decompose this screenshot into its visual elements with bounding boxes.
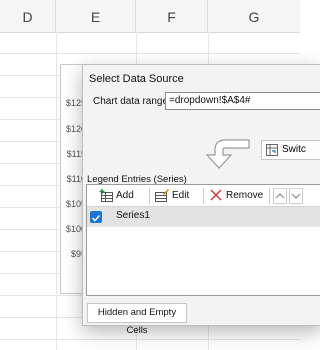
remove-x-icon (210, 189, 222, 201)
switch-row-column-icon (266, 144, 278, 156)
hidden-empty-cells-button[interactable]: Hidden and Empty Cells (87, 303, 187, 336)
grid-column-line (56, 32, 57, 350)
column-header-f[interactable]: F (136, 0, 208, 32)
chart-range-input[interactable]: =dropdown!$A$4# (165, 92, 320, 110)
toolbar-divider (269, 188, 270, 204)
legend-entries-panel: Add Edit Remove Series1 (86, 184, 320, 296)
grid-row[interactable] (0, 32, 300, 54)
move-down-button[interactable] (289, 188, 303, 204)
column-header-g[interactable]: G (208, 0, 300, 32)
add-label: Add (116, 190, 134, 201)
select-data-source-dialog: Select Data Source Chart data range: =dr… (82, 64, 320, 336)
column-header-bar: D E F G (0, 0, 300, 33)
chevron-up-icon (275, 193, 285, 199)
move-up-button[interactable] (273, 188, 287, 204)
series-list-item[interactable]: Series1 (87, 207, 320, 227)
add-table-icon (99, 189, 113, 202)
remove-series-button[interactable]: Remove (209, 188, 265, 204)
switch-button-label: Switc (282, 144, 306, 155)
checkmark-icon (91, 214, 101, 222)
chart-range-label: Chart data range: (93, 96, 171, 107)
column-header-d[interactable]: D (0, 0, 56, 32)
edit-table-icon (155, 189, 169, 202)
edit-label: Edit (172, 190, 190, 201)
add-series-button[interactable]: Add (99, 188, 145, 204)
switch-direction-arrow-icon (205, 139, 250, 169)
series-checkbox[interactable] (90, 211, 102, 223)
dialog-title: Select Data Source (89, 73, 184, 85)
edit-series-button[interactable]: Edit (155, 188, 201, 204)
legend-toolbar: Add Edit Remove (87, 185, 320, 207)
toolbar-divider (203, 188, 204, 204)
switch-row-column-button[interactable]: Switc (261, 140, 320, 160)
remove-label: Remove (226, 190, 264, 201)
column-header-e[interactable]: E (56, 0, 136, 32)
toolbar-divider (149, 188, 150, 204)
series-name: Series1 (116, 210, 150, 221)
chevron-down-icon (291, 193, 301, 199)
